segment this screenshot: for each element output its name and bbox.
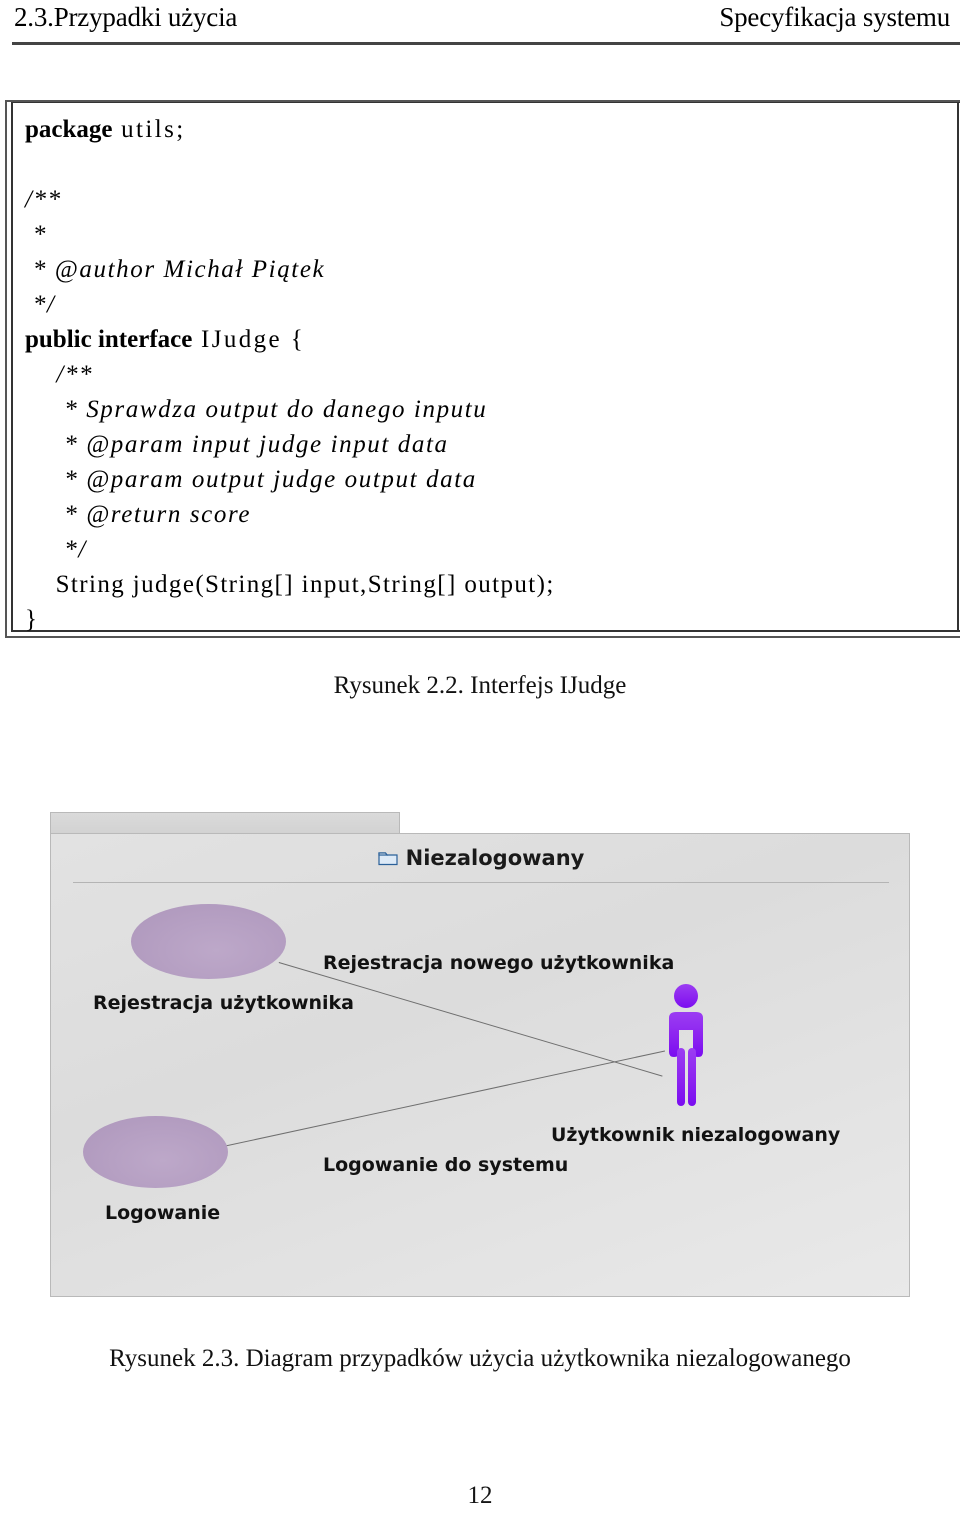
folder-icon xyxy=(378,850,398,866)
code-token: /** xyxy=(25,186,62,213)
code-line: * @param output judge output data xyxy=(25,462,945,497)
code-line: /** xyxy=(25,357,945,392)
header-rule xyxy=(12,42,960,45)
code-line: */ xyxy=(25,287,945,322)
uml-package-header: Niezalogowany xyxy=(51,840,911,876)
code-listing-body: package utils; /** * * @author Michał Pi… xyxy=(25,112,945,637)
code-token: */ xyxy=(25,536,87,563)
use-case-ellipse-logowanie xyxy=(83,1116,228,1188)
code-line: * Sprawdza output do danego inputu xyxy=(25,392,945,427)
code-token: package xyxy=(25,116,113,143)
code-token: String judge(String[] input,String[] out… xyxy=(25,571,555,598)
code-line: } xyxy=(25,602,945,637)
code-token: /** xyxy=(25,361,94,388)
page-number: 12 xyxy=(467,1482,493,1509)
uml-package-frame: Niezalogowany Rejestracja użytkownika Lo… xyxy=(50,833,910,1297)
header-document-title: Specyfikacja systemu xyxy=(719,2,950,32)
code-frame-right-border xyxy=(957,102,959,632)
uml-use-case-diagram: Niezalogowany Rejestracja użytkownika Lo… xyxy=(50,812,910,1297)
uml-package-tab xyxy=(50,812,400,834)
header-section-title: 2.3.Przypadki użycia xyxy=(14,2,238,32)
actor-icon xyxy=(651,982,721,1112)
code-line: * xyxy=(25,217,945,252)
association-label-logowanie: Logowanie do systemu xyxy=(323,1154,569,1176)
code-token: * @author Michał Piątek xyxy=(25,256,326,283)
actor-label: Użytkownik niezalogowany xyxy=(551,1124,841,1146)
code-token: * @return score xyxy=(25,501,252,528)
association-label-rejestracja: Rejestracja nowego użytkownika xyxy=(323,952,675,974)
code-token: } xyxy=(25,606,39,633)
code-line: /** xyxy=(25,182,945,217)
code-line: public interface IJudge { xyxy=(25,322,945,357)
use-case-ellipse-rejestracja xyxy=(131,904,286,979)
code-line: * @return score xyxy=(25,497,945,532)
uml-package-title: Niezalogowany xyxy=(405,846,585,870)
code-token: IJudge { xyxy=(192,326,306,353)
figure-caption-2-2: Rysunek 2.2. Interfejs IJudge xyxy=(333,672,627,699)
code-token: */ xyxy=(25,291,56,318)
code-token: public interface xyxy=(25,326,193,353)
code-line: String judge(String[] input,String[] out… xyxy=(25,567,945,602)
use-case-label-logowanie: Logowanie xyxy=(105,1202,221,1224)
code-token: * @param output judge output data xyxy=(25,466,477,493)
figure-caption-2-3: Rysunek 2.3. Diagram przypadków użycia u… xyxy=(109,1345,851,1372)
code-token: * @param input judge input data xyxy=(25,431,449,458)
code-listing-frame: package utils; /** * * @author Michał Pi… xyxy=(5,100,960,640)
code-token: * xyxy=(25,221,47,248)
code-line: */ xyxy=(25,532,945,567)
code-line: package utils; xyxy=(25,112,945,147)
association-line-rejestracja xyxy=(278,962,663,1077)
code-line: * @author Michał Piątek xyxy=(25,252,945,287)
code-line: * @param input judge input data xyxy=(25,427,945,462)
use-case-label-rejestracja: Rejestracja użytkownika xyxy=(93,992,354,1014)
code-token: utils; xyxy=(112,116,186,143)
page-header: 2.3.Przypadki użycia Specyfikacja system… xyxy=(0,0,960,52)
uml-header-separator xyxy=(73,882,889,883)
code-token: * Sprawdza output do danego inputu xyxy=(25,396,488,423)
